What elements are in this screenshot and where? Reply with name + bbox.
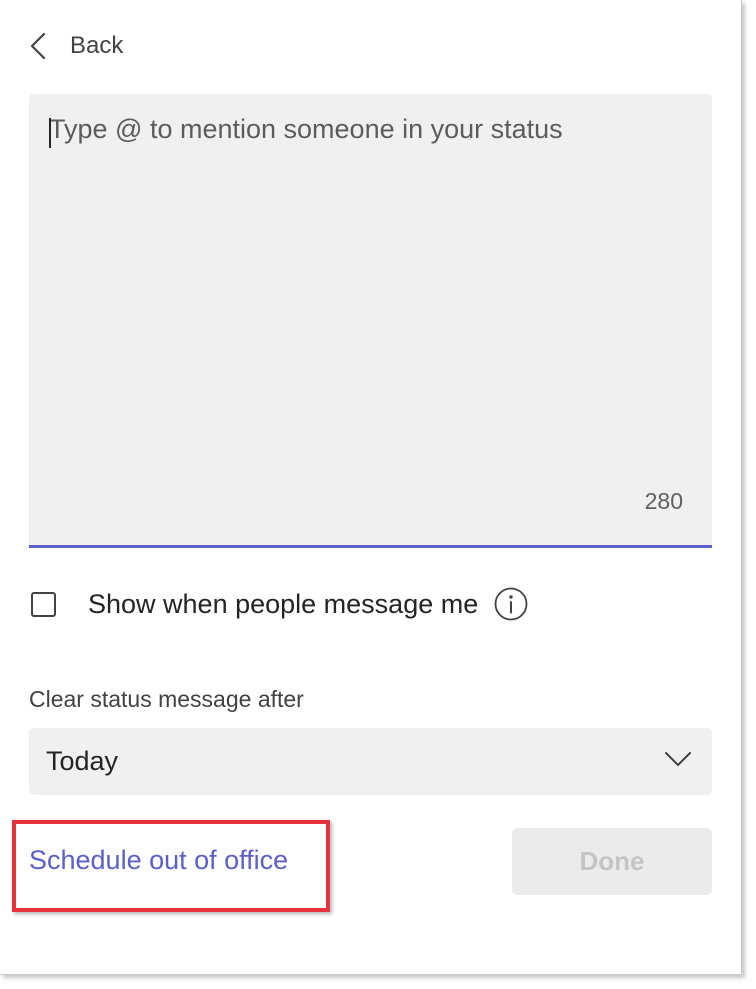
set-status-panel: Back 280 Show when people message me Cle…: [0, 0, 742, 975]
chevron-down-icon: [664, 750, 692, 773]
back-label: Back: [70, 32, 124, 59]
status-message-input[interactable]: [29, 94, 712, 545]
chevron-left-icon: [30, 32, 46, 60]
show-when-messaged-checkbox[interactable]: [31, 591, 56, 617]
schedule-out-of-office-link[interactable]: Schedule out of office: [29, 845, 288, 876]
clear-after-selected-value: Today: [46, 746, 119, 776]
clear-after-dropdown[interactable]: Today: [29, 728, 712, 795]
text-caret: [49, 118, 51, 148]
character-counter: 280: [644, 488, 683, 514]
back-button[interactable]: Back: [30, 26, 123, 66]
show-when-messaged-label[interactable]: Show when people message me: [88, 589, 478, 620]
info-icon[interactable]: [494, 587, 528, 621]
clear-after-label: Clear status message after: [29, 686, 304, 712]
status-message-field[interactable]: 280: [29, 94, 712, 548]
done-button[interactable]: Done: [512, 828, 712, 895]
show-when-messaged-row: Show when people message me: [31, 584, 528, 624]
